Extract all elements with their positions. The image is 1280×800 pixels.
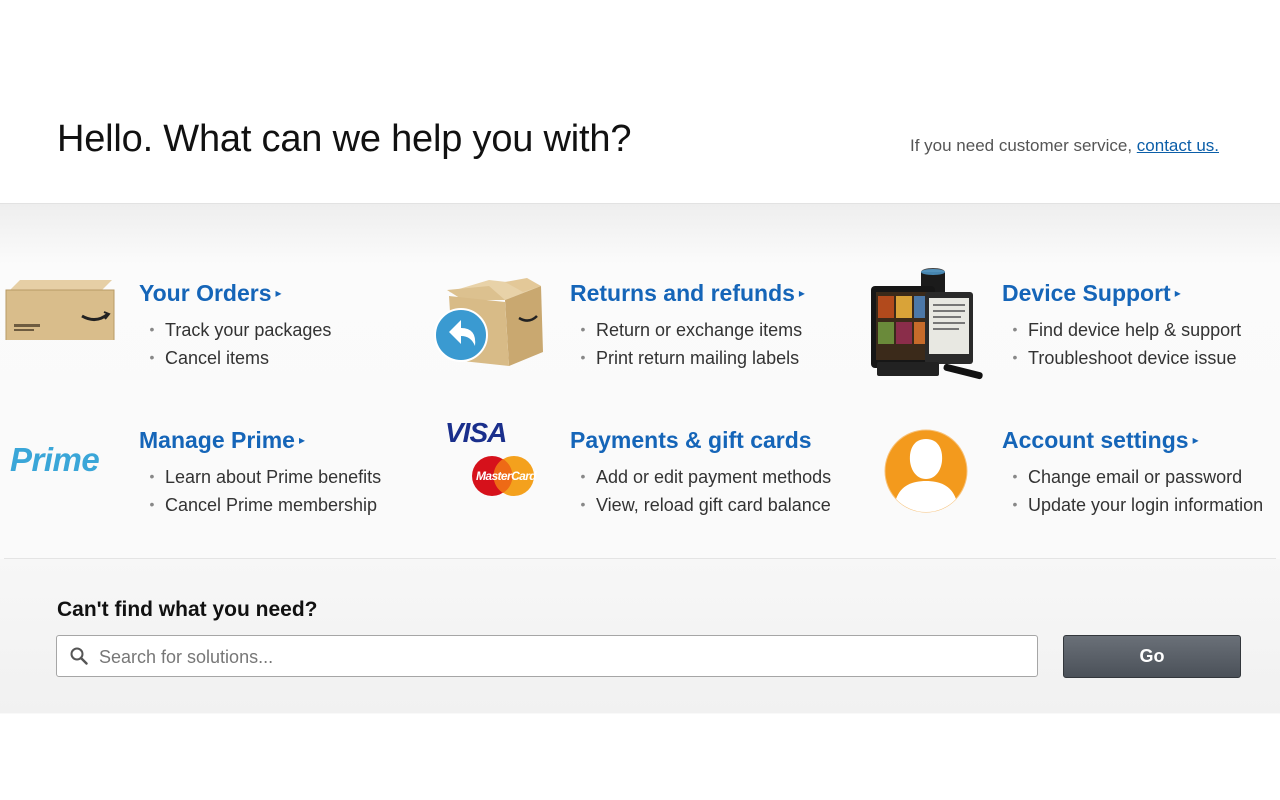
account-settings-list: Change email or password Update your log… (1002, 463, 1263, 519)
device-support-list: Find device help & support Troubleshoot … (1002, 316, 1241, 372)
go-button[interactable]: Go (1063, 635, 1241, 678)
contact-us-link[interactable]: contact us. (1137, 136, 1219, 155)
page-title: Hello. What can we help you with? (57, 118, 632, 160)
payments-gift-cards-link[interactable]: Payments & gift cards (570, 427, 812, 454)
page-header: Hello. What can we help you with? If you… (0, 0, 1280, 203)
payment-cards-icon: VISA MasterCard (431, 367, 561, 496)
manage-prime-title: Manage Prime (139, 427, 295, 453)
returns-refunds-link[interactable]: Returns and refunds ▸ (570, 280, 805, 307)
prime-logo-text: Prime (10, 441, 100, 478)
device-support-title: Device Support (1002, 280, 1171, 306)
chevron-right-icon: ▸ (1192, 433, 1199, 447)
chevron-right-icon: ▸ (798, 286, 805, 300)
customer-service-text: If you need customer service, (910, 136, 1133, 155)
search-heading: Can't find what you need? (57, 598, 318, 621)
visa-logo: VISA (445, 417, 507, 448)
your-orders-list: Track your packages Cancel items (139, 316, 331, 372)
search-input[interactable] (97, 636, 1031, 678)
payment-methods-link[interactable]: Add or edit payment methods (570, 463, 831, 491)
your-orders-title: Your Orders (139, 280, 272, 306)
change-email-password-link[interactable]: Change email or password (1002, 463, 1263, 491)
account-settings-title: Account settings (1002, 427, 1189, 453)
search-icon (70, 647, 88, 670)
payments-list: Add or edit payment methods View, reload… (570, 463, 831, 519)
prime-benefits-link[interactable]: Learn about Prime benefits (139, 463, 381, 491)
search-box (56, 635, 1038, 678)
your-orders-link[interactable]: Your Orders ▸ (139, 280, 282, 307)
card-returns-refunds: Returns and refunds▸ Return or exchange … (431, 220, 851, 368)
track-packages-link[interactable]: Track your packages (139, 316, 331, 344)
update-login-link[interactable]: Update your login information (1002, 491, 1263, 519)
chevron-right-icon: ▸ (1174, 286, 1181, 300)
card-manage-prime: Prime Manage Prime▸ Learn about Prime be… (0, 367, 420, 515)
customer-service-note: If you need customer service, contact us… (910, 136, 1219, 156)
chevron-right-icon: ▸ (298, 433, 305, 447)
payments-gift-cards-title: Payments & gift cards (570, 427, 812, 453)
gift-card-balance-link[interactable]: View, reload gift card balance (570, 491, 831, 519)
manage-prime-link[interactable]: Manage Prime ▸ (139, 427, 305, 454)
devices-icon (863, 220, 993, 380)
cancel-prime-link[interactable]: Cancel Prime membership (139, 491, 381, 519)
manage-prime-list: Learn about Prime benefits Cancel Prime … (139, 463, 381, 519)
returns-refunds-title: Returns and refunds (570, 280, 795, 306)
prime-logo: Prime (0, 367, 130, 487)
account-settings-link[interactable]: Account settings ▸ (1002, 427, 1199, 454)
device-help-link[interactable]: Find device help & support (1002, 316, 1241, 344)
card-account-settings: Account settings▸ Change email or passwo… (863, 367, 1280, 515)
returns-refunds-list: Return or exchange items Print return ma… (570, 316, 802, 372)
chevron-right-icon: ▸ (275, 286, 282, 300)
return-box-icon (431, 220, 561, 366)
card-payments-gift-cards: VISA MasterCard Payments & gift cards Ad… (431, 367, 851, 515)
card-device-support: Device Support▸ Find device help & suppo… (863, 220, 1280, 380)
device-support-link[interactable]: Device Support ▸ (1002, 280, 1181, 307)
user-avatar-icon (863, 367, 993, 513)
card-your-orders: Your Orders▸ Track your packages Cancel … (0, 220, 420, 368)
package-box-icon (0, 220, 130, 343)
mastercard-text: MasterCard (475, 469, 537, 483)
return-exchange-link[interactable]: Return or exchange items (570, 316, 802, 344)
